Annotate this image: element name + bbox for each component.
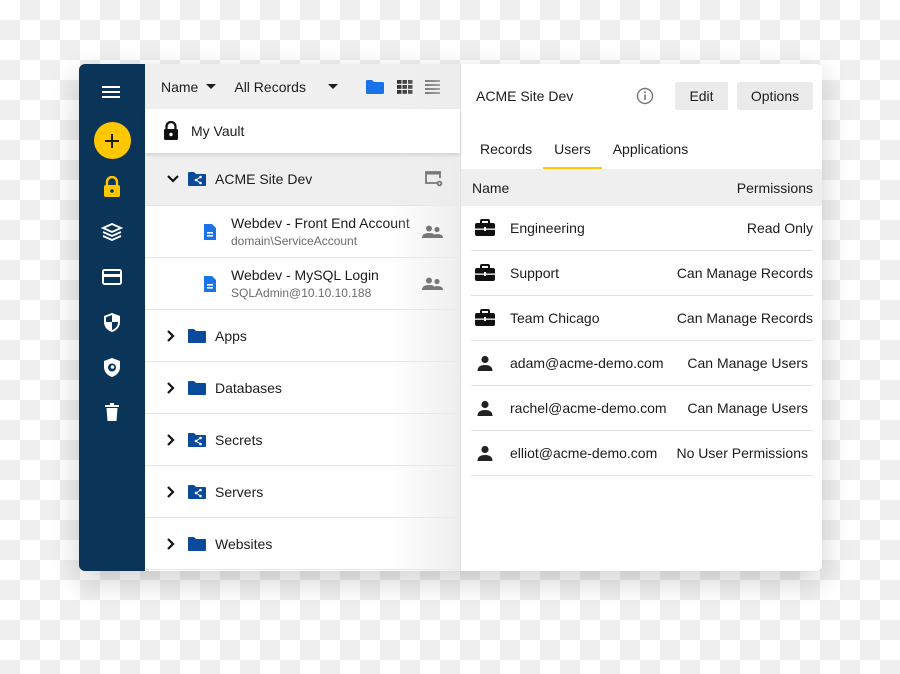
- table-row[interactable]: Support Can Manage Records: [471, 251, 813, 296]
- chevron-right-icon[interactable]: [167, 381, 179, 394]
- vault-label: My Vault: [191, 123, 245, 139]
- shield-icon[interactable]: [100, 310, 124, 334]
- detail-tabs: Records Users Applications: [461, 127, 822, 169]
- lock-icon[interactable]: [100, 175, 124, 199]
- row-name: adam@acme-demo.com: [510, 355, 664, 371]
- folder-name: Databases: [215, 379, 282, 396]
- row-permission[interactable]: Can Manage Users: [687, 355, 808, 371]
- row-name: Team Chicago: [510, 310, 600, 326]
- chevron-right-icon[interactable]: [167, 329, 179, 342]
- edit-button[interactable]: Edit: [675, 81, 728, 110]
- add-button[interactable]: [93, 122, 131, 159]
- shared-folder-icon: [187, 432, 207, 448]
- sort-label: Name: [161, 78, 199, 95]
- tab-records[interactable]: Records: [469, 141, 543, 169]
- tab-applications[interactable]: Applications: [602, 141, 700, 169]
- team-briefcase-icon: [473, 309, 497, 327]
- shared-users-icon[interactable]: [422, 225, 444, 239]
- chevron-right-icon[interactable]: [167, 433, 179, 446]
- table-row[interactable]: adam@acme-demo.com Can Manage Users: [471, 341, 813, 386]
- filter-dropdown[interactable]: All Records: [234, 79, 338, 95]
- folder-icon: [187, 536, 207, 552]
- menu-icon[interactable]: [100, 80, 124, 104]
- options-button[interactable]: Options: [737, 81, 813, 110]
- detail-title: ACME Site Dev: [476, 87, 574, 104]
- user-icon: [473, 355, 497, 371]
- folder-icon: [187, 328, 207, 344]
- row-permission[interactable]: No User Permissions: [677, 445, 808, 461]
- table-row[interactable]: elliot@acme-demo.com No User Permissions: [471, 431, 813, 476]
- row-name: Engineering: [510, 220, 585, 236]
- grid-view-icon[interactable]: [397, 79, 413, 94]
- folder-name: Servers: [215, 483, 264, 500]
- nav-rail: [79, 64, 145, 571]
- column-permissions[interactable]: Permissions: [737, 180, 813, 196]
- team-briefcase-icon: [473, 219, 497, 237]
- users-table: Engineering Read Only Support Can Manage Re…: [461, 206, 822, 476]
- row-permission[interactable]: Can Manage Records: [677, 265, 813, 281]
- row-permission[interactable]: Can Manage Records: [677, 310, 813, 326]
- document-icon: [203, 223, 217, 241]
- team-briefcase-icon: [473, 264, 497, 282]
- folder-apps[interactable]: Apps: [145, 310, 460, 362]
- folder-secrets[interactable]: Secrets: [145, 414, 460, 466]
- chevron-down-icon[interactable]: [167, 175, 179, 183]
- row-permission[interactable]: Read Only: [747, 220, 813, 236]
- column-name[interactable]: Name: [472, 180, 509, 196]
- tab-users[interactable]: Users: [543, 141, 602, 169]
- info-icon[interactable]: [636, 87, 654, 105]
- table-row[interactable]: rachel@acme-demo.com Can Manage Users: [471, 386, 813, 431]
- user-icon: [473, 400, 497, 416]
- record-subtitle: domain\ServiceAccount: [231, 234, 358, 248]
- view-switcher: [365, 79, 440, 95]
- tree-toolbar: Name All Records: [145, 64, 460, 109]
- record-subtitle: SQLAdmin@10.10.10.188: [231, 286, 372, 300]
- credit-card-icon[interactable]: [100, 265, 124, 289]
- shared-users-icon[interactable]: [422, 277, 444, 291]
- sort-dropdown[interactable]: Name: [161, 78, 217, 95]
- lock-icon: [163, 121, 179, 141]
- folder-acme-site-dev[interactable]: ACME Site Dev: [145, 153, 460, 206]
- document-icon: [203, 275, 217, 293]
- plus-icon: [105, 133, 119, 148]
- row-permission[interactable]: Can Manage Users: [687, 400, 808, 416]
- folder-name: Websites: [215, 535, 273, 552]
- table-header: Name Permissions: [461, 169, 822, 206]
- folder-name: ACME Site Dev: [215, 171, 313, 187]
- folder-databases[interactable]: Databases: [145, 362, 460, 414]
- shared-folder-icon: [187, 484, 207, 500]
- folder-icon: [187, 380, 207, 396]
- folder-settings-icon[interactable]: [424, 170, 444, 188]
- record-item[interactable]: Webdev - Front End Account domain\Servic…: [145, 206, 460, 258]
- vault-app-window: Name All Records My Vault ACME Site Dev …: [79, 64, 822, 571]
- row-name: Support: [510, 265, 560, 281]
- record-title: Webdev - MySQL Login: [231, 267, 379, 283]
- record-item[interactable]: Webdev - MySQL Login SQLAdmin@10.10.10.1…: [145, 258, 460, 310]
- caret-down-icon: [206, 84, 217, 89]
- folder-websites[interactable]: Websites: [145, 518, 460, 570]
- filter-label: All Records: [234, 78, 306, 95]
- record-title: Webdev - Front End Account: [231, 215, 410, 231]
- list-view-icon[interactable]: [425, 79, 440, 94]
- row-name: rachel@acme-demo.com: [510, 400, 667, 416]
- user-icon: [473, 445, 497, 461]
- trash-icon[interactable]: [100, 400, 124, 424]
- security-shield-icon[interactable]: [100, 355, 124, 379]
- folder-name: Secrets: [215, 431, 263, 448]
- my-vault-item[interactable]: My Vault: [145, 109, 460, 153]
- folder-tree-panel: Name All Records My Vault ACME Site Dev …: [145, 64, 461, 571]
- table-row[interactable]: Team Chicago Can Manage Records: [471, 296, 813, 341]
- folder-view-icon[interactable]: [365, 79, 385, 95]
- row-name: elliot@acme-demo.com: [510, 445, 658, 461]
- detail-panel: ACME Site Dev Edit Options Records Users…: [461, 64, 822, 571]
- table-row[interactable]: Engineering Read Only: [471, 206, 813, 251]
- folder-name: Apps: [215, 327, 247, 344]
- chevron-right-icon[interactable]: [167, 485, 179, 498]
- layers-icon[interactable]: [100, 220, 124, 244]
- caret-down-icon: [327, 84, 338, 89]
- shared-folder-icon: [187, 171, 207, 187]
- folder-servers[interactable]: Servers: [145, 466, 460, 518]
- detail-header: ACME Site Dev Edit Options: [461, 64, 822, 127]
- chevron-right-icon[interactable]: [167, 537, 179, 550]
